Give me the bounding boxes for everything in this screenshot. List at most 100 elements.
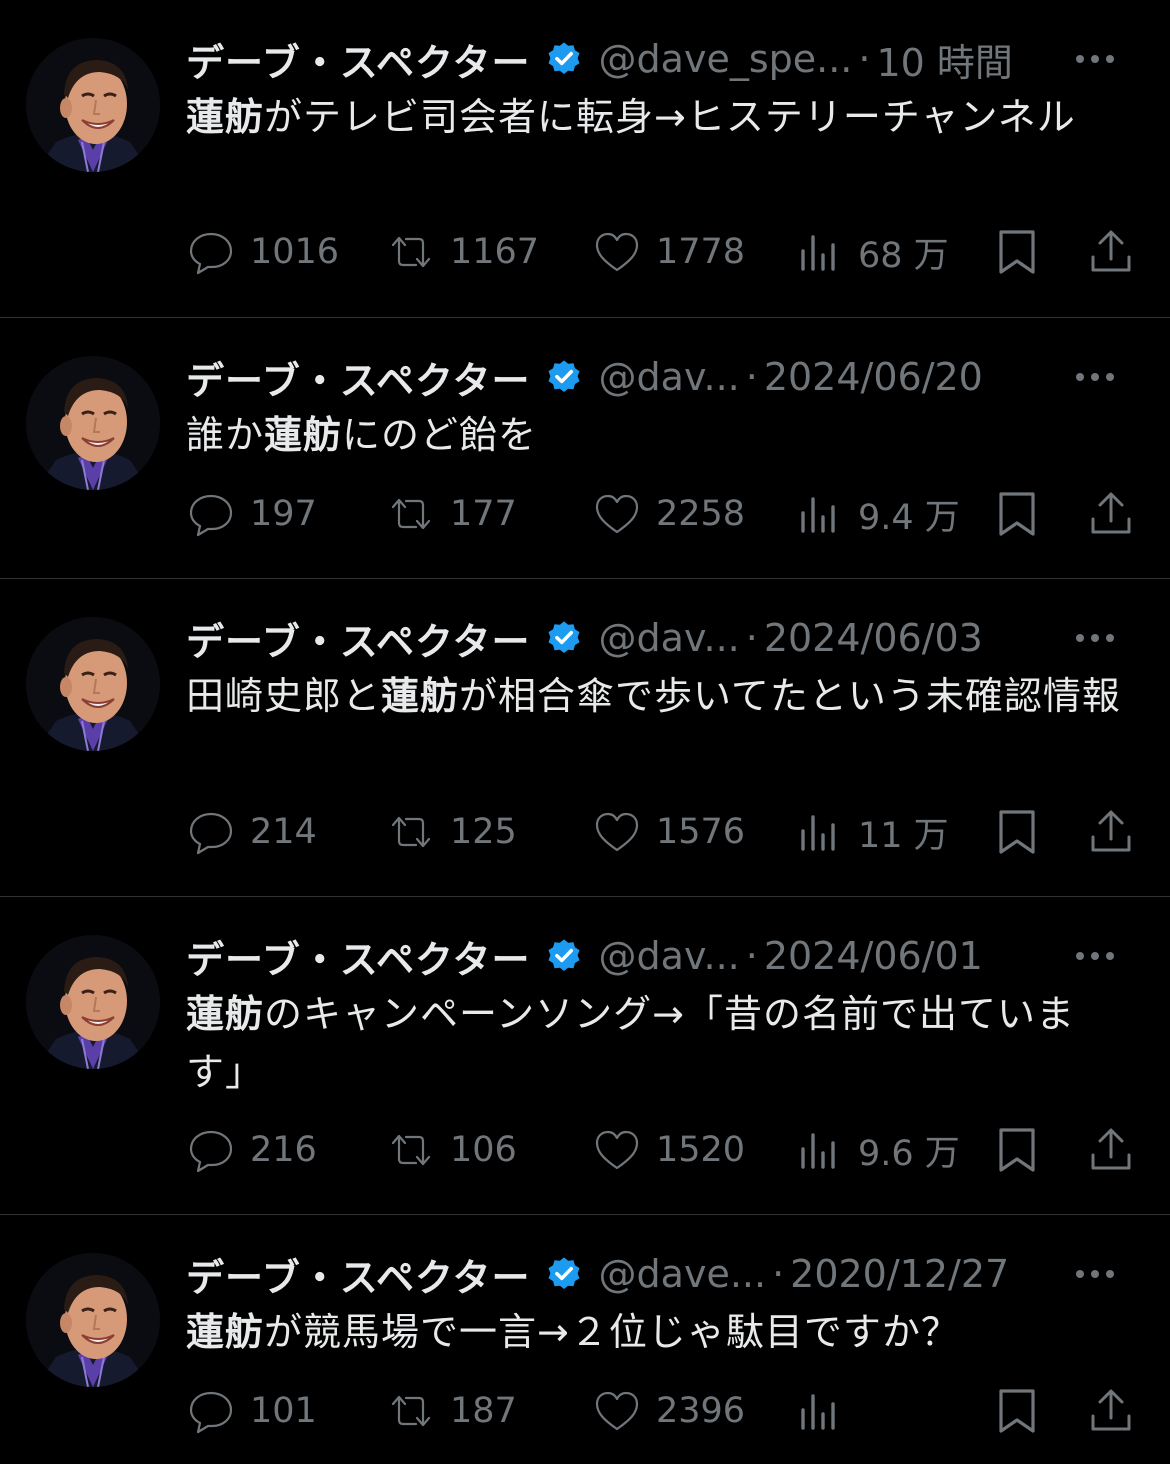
tweet-timestamp[interactable]: 2024/06/01	[764, 934, 983, 978]
bookmark-button[interactable]	[992, 1386, 1042, 1436]
tweet[interactable]: デーブ・スペクター @dave_spe... · 10 時間 蓮舫がテレビ司会者…	[0, 0, 1170, 318]
retweet-button[interactable]: 125	[386, 807, 517, 857]
reply-button[interactable]: 101	[186, 1386, 317, 1436]
like-button[interactable]: 1778	[592, 227, 745, 277]
author-handle[interactable]: @dav...	[599, 616, 740, 660]
retweet-button[interactable]: 106	[386, 1125, 517, 1175]
author-name[interactable]: デーブ・スペクター	[186, 350, 531, 405]
more-options-icon[interactable]	[1076, 611, 1114, 665]
avatar-portrait-image	[26, 38, 160, 172]
avatar-portrait-image	[26, 1253, 160, 1387]
author-name[interactable]: デーブ・スペクター	[186, 611, 531, 666]
heart-icon	[592, 1386, 642, 1436]
tweet[interactable]: デーブ・スペクター @dav... · 2024/06/20 誰か蓮舫にのど飴を…	[0, 318, 1170, 579]
like-count: 2396	[656, 1391, 746, 1431]
avatar[interactable]	[26, 1253, 160, 1387]
tweet-text: 誰か蓮舫にのど飴を	[186, 406, 1126, 464]
reply-count: 101	[250, 1391, 317, 1431]
reply-icon	[186, 489, 236, 539]
tweet-text-body: が相合傘で歩いてたという未確認情報	[459, 674, 1121, 718]
avatar[interactable]	[26, 617, 160, 751]
tweet-actions: 101 187 2396	[186, 1381, 1140, 1441]
author-name[interactable]: デーブ・スペクター	[186, 32, 531, 87]
bookmark-button[interactable]	[992, 1125, 1042, 1175]
tweet[interactable]: デーブ・スペクター @dave... · 2020/12/27 蓮舫が競馬場で一…	[0, 1215, 1170, 1464]
tweet-actions: 1016 1167 1778 68 万	[186, 222, 1140, 282]
heart-icon	[592, 1125, 642, 1175]
separator-dot: ·	[745, 355, 758, 399]
author-handle[interactable]: @dav...	[599, 934, 740, 978]
more-options-icon[interactable]	[1076, 350, 1114, 404]
tweet-header: デーブ・スペクター @dave... · 2020/12/27	[186, 1247, 1140, 1301]
views-button[interactable]	[794, 1386, 858, 1436]
more-options-icon[interactable]	[1076, 32, 1114, 86]
avatar[interactable]	[26, 38, 160, 172]
more-options-icon[interactable]	[1076, 929, 1114, 983]
separator-dot: ·	[745, 934, 758, 978]
bookmark-button[interactable]	[992, 807, 1042, 857]
share-button[interactable]	[1086, 1125, 1136, 1175]
avatar[interactable]	[26, 356, 160, 490]
reply-button[interactable]: 197	[186, 489, 317, 539]
reply-button[interactable]: 216	[186, 1125, 317, 1175]
heart-icon	[592, 227, 642, 277]
tweet-header: デーブ・スペクター @dav... · 2024/06/01	[186, 929, 1140, 983]
tweet-timestamp[interactable]: 2024/06/03	[764, 616, 983, 660]
tweet-timestamp[interactable]: 2024/06/20	[764, 355, 983, 399]
tweet-text: 蓮舫が競馬場で一言→２位じゃ駄目ですか？	[186, 1303, 1126, 1361]
bookmark-button[interactable]	[992, 489, 1042, 539]
like-button[interactable]: 2396	[592, 1386, 745, 1436]
more-options-icon[interactable]	[1076, 1247, 1114, 1301]
verified-badge-icon	[545, 937, 583, 975]
bookmark-button[interactable]	[992, 227, 1042, 277]
views-button[interactable]: 11 万	[794, 807, 949, 858]
reply-button[interactable]: 214	[186, 807, 317, 857]
retweet-button[interactable]: 187	[386, 1386, 517, 1436]
tweet-timestamp[interactable]: 2020/12/27	[790, 1252, 1009, 1296]
reply-count: 197	[250, 494, 317, 534]
like-button[interactable]: 1520	[592, 1125, 745, 1175]
avatar-portrait-image	[26, 617, 160, 751]
views-button[interactable]: 9.4 万	[794, 489, 960, 540]
author-handle[interactable]: @dave...	[599, 1252, 767, 1296]
views-button[interactable]: 68 万	[794, 227, 949, 278]
author-name[interactable]: デーブ・スペクター	[186, 929, 531, 984]
share-button[interactable]	[1086, 227, 1136, 277]
share-icon	[1086, 227, 1136, 277]
tweet[interactable]: デーブ・スペクター @dav... · 2024/06/03 田崎史郎と蓮舫が相…	[0, 579, 1170, 897]
avatar[interactable]	[26, 935, 160, 1069]
reply-button[interactable]: 1016	[186, 227, 339, 277]
retweet-count: 1167	[450, 232, 540, 272]
retweet-count: 125	[450, 812, 517, 852]
views-button[interactable]: 9.6 万	[794, 1125, 960, 1176]
share-icon	[1086, 1125, 1136, 1175]
share-button[interactable]	[1086, 489, 1136, 539]
like-button[interactable]: 1576	[592, 807, 745, 857]
author-name[interactable]: デーブ・スペクター	[186, 1247, 531, 1302]
verified-badge-icon	[545, 40, 583, 78]
share-icon	[1086, 807, 1136, 857]
views-count: 68 万	[858, 235, 949, 276]
author-handle[interactable]: @dave_spe...	[599, 37, 853, 81]
heart-icon	[592, 807, 642, 857]
tweet-text: 蓮舫がテレビ司会者に転身→ヒステリーチャンネル	[186, 88, 1126, 146]
separator-dot: ·	[772, 1252, 785, 1296]
share-button[interactable]	[1086, 1386, 1136, 1436]
tweet[interactable]: デーブ・スペクター @dav... · 2024/06/01 蓮舫のキャンペーン…	[0, 897, 1170, 1215]
retweet-button[interactable]: 1167	[386, 227, 539, 277]
retweet-button[interactable]: 177	[386, 489, 517, 539]
author-handle[interactable]: @dav...	[599, 355, 740, 399]
retweet-icon	[386, 227, 436, 277]
tweet-text-body: のキャンペーンソング→「昔の名前で出ています」	[186, 992, 1075, 1094]
reply-icon	[186, 807, 236, 857]
views-chart-icon	[794, 489, 844, 539]
tweet-timestamp[interactable]: 10 時間	[876, 32, 1012, 87]
like-button[interactable]: 2258	[592, 489, 745, 539]
views-chart-icon	[794, 227, 844, 277]
bookmark-icon	[992, 807, 1042, 857]
share-button[interactable]	[1086, 807, 1136, 857]
tweet-text-bold: 蓮舫	[186, 1310, 265, 1354]
share-icon	[1086, 489, 1136, 539]
tweet-text-bold: 蓮舫	[186, 95, 265, 139]
tweet-header: デーブ・スペクター @dav... · 2024/06/03	[186, 611, 1140, 665]
